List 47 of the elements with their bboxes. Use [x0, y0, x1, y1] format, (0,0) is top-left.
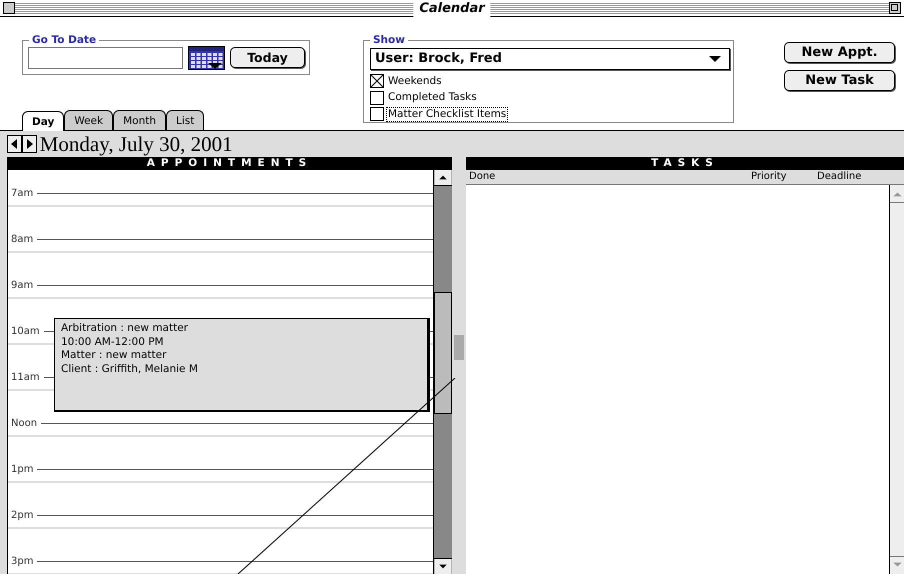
- hour-label: 7am: [10, 186, 34, 200]
- tab[interactable]: List: [166, 110, 204, 130]
- checkbox[interactable]: [370, 90, 384, 104]
- checkbox-label[interactable]: Matter Checklist Items: [387, 108, 508, 120]
- checkbox-label[interactable]: Weekends: [387, 74, 443, 88]
- appointment-text: Arbitration : new matter: [61, 322, 189, 336]
- new-appointment-button[interactable]: New Appt.: [784, 42, 895, 63]
- appointment-text: 10:00 AM-12:00 PM: [61, 336, 165, 350]
- checkbox[interactable]: [370, 74, 384, 88]
- tab[interactable]: Day: [22, 111, 64, 131]
- scroll-down-arrow-icon[interactable]: [434, 558, 452, 574]
- user-dropdown[interactable]: User: Brock, Fred: [370, 48, 730, 70]
- hour-label: 8am: [10, 232, 34, 246]
- appointment-text: Client : Griffith, Melanie M: [61, 362, 199, 376]
- column-header[interactable]: Priority: [751, 170, 817, 184]
- panel-header: TASKS: [466, 157, 904, 170]
- splitter-grip-icon[interactable]: [454, 335, 464, 360]
- checkbox-label[interactable]: Completed Tasks: [387, 91, 478, 104]
- hour-label: Noon: [10, 416, 38, 430]
- appointment-text: Matter : new matter: [61, 349, 168, 363]
- today-button[interactable]: Today: [230, 47, 305, 68]
- hour-label: 1pm: [10, 462, 34, 476]
- date-heading: Monday, July 30, 2001: [40, 132, 233, 156]
- scrollbar[interactable]: [433, 170, 452, 574]
- hour-label: 3pm: [10, 554, 34, 568]
- calendar-picker-icon[interactable]: [188, 46, 225, 70]
- next-day-button[interactable]: [22, 135, 37, 153]
- window-title: Calendar: [413, 0, 491, 17]
- close-box-icon[interactable]: [3, 2, 15, 14]
- scroll-thumb[interactable]: [434, 292, 452, 414]
- dropdown-caret-icon: [709, 56, 721, 62]
- date-input-field[interactable]: [28, 47, 183, 69]
- hour-label: 11am: [10, 370, 41, 384]
- tab[interactable]: Week: [64, 110, 114, 130]
- previous-day-button[interactable]: [7, 135, 22, 153]
- new-task-button[interactable]: New Task: [784, 70, 895, 91]
- appointment-block[interactable]: Arbitration : new matter 10:00 AM-12:00 PM Matter : new matter Client : Griffith, Melanie M: [54, 318, 430, 412]
- column-header[interactable]: Done: [469, 170, 751, 184]
- panel-header: APPOINTMENTS: [7, 157, 452, 170]
- zoom-box-icon[interactable]: [889, 2, 901, 14]
- hour-label: 9am: [10, 278, 34, 292]
- scroll-up-arrow-icon[interactable]: [434, 170, 452, 186]
- column-header[interactable]: Deadline: [817, 170, 862, 184]
- tab[interactable]: Month: [113, 110, 166, 130]
- hour-label: 10am: [10, 324, 41, 338]
- checkbox[interactable]: [370, 107, 384, 121]
- hour-label: 2pm: [10, 508, 34, 522]
